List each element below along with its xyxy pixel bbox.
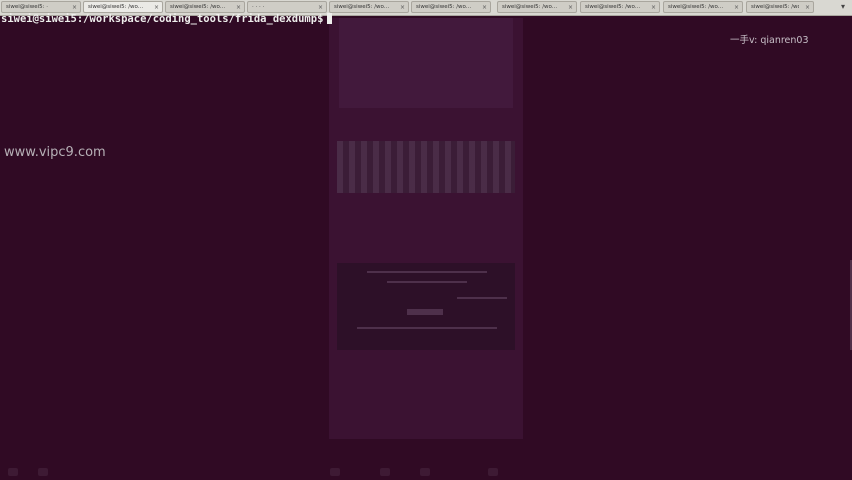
tab-label: siwei@siwei5: /wo... xyxy=(502,4,558,10)
close-icon[interactable]: × xyxy=(568,2,573,12)
watermark-contact: 一手v: qianren03 xyxy=(730,35,809,46)
ghost-overlay-panel xyxy=(329,18,523,439)
close-icon[interactable]: × xyxy=(482,2,487,12)
text-cursor xyxy=(327,13,333,24)
close-icon[interactable]: × xyxy=(651,2,656,12)
ghost-block xyxy=(337,141,515,193)
tab-7[interactable]: siwei@siwei5: /wo... × xyxy=(497,1,577,13)
close-icon[interactable]: × xyxy=(805,2,810,12)
tab-list-dropdown-icon[interactable]: ▾ xyxy=(838,2,848,12)
tab-label: siwei@siwei5: /wo... xyxy=(585,4,641,10)
close-icon[interactable]: × xyxy=(400,2,405,12)
tab-6[interactable]: siwei@siwei5: /wo... × xyxy=(411,1,491,13)
close-icon[interactable]: × xyxy=(734,2,739,12)
tab-10[interactable]: siwei@siwei5: /wo... × xyxy=(746,1,814,13)
ghost-taskbar xyxy=(0,465,852,480)
ghost-block xyxy=(339,18,513,108)
terminal-area[interactable]: siwei@siwei5:/workspace/coding_tools/fri… xyxy=(0,12,852,480)
prompt-text: siwei@siwei5:/workspace/coding_tools/fri… xyxy=(1,13,324,25)
command-prompt: siwei@siwei5:/workspace/coding_tools/fri… xyxy=(1,12,333,26)
watermark-site: www.vipc9.com xyxy=(4,145,106,160)
ghost-block xyxy=(337,263,515,350)
tab-label: siwei@siwei5: /wo... xyxy=(416,4,472,10)
tab-label: siwei@siwei5: /wo... xyxy=(668,4,724,10)
tab-8[interactable]: siwei@siwei5: /wo... × xyxy=(580,1,660,13)
tab-label: siwei@siwei5: /wo... xyxy=(334,4,390,10)
tab-9[interactable]: siwei@siwei5: /wo... × xyxy=(663,1,743,13)
tab-label: siwei@siwei5: /wo... xyxy=(751,4,799,10)
tab-5[interactable]: siwei@siwei5: /wo... × xyxy=(329,1,409,13)
